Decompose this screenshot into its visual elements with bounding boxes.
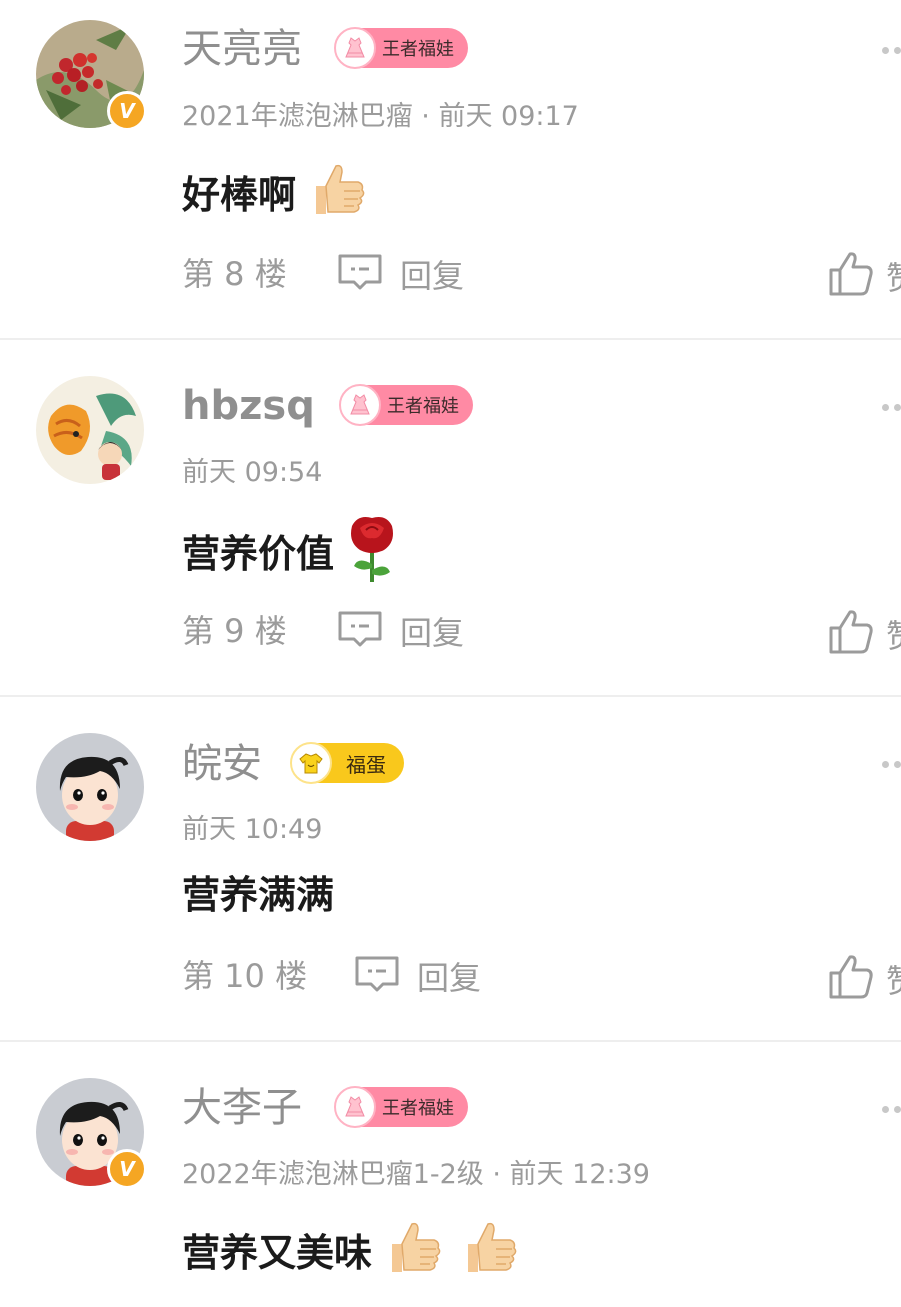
like-button[interactable]: 赞 xyxy=(828,953,901,1005)
thumbs-up-icon xyxy=(458,1216,520,1289)
badge-label: 王者福娃 xyxy=(382,39,454,60)
like-label: 赞 xyxy=(886,253,901,299)
comment-text: 好棒啊 xyxy=(182,158,368,231)
comment-meta: 2021年滤泡淋巴瘤 · 前天 09:17 xyxy=(182,101,579,132)
user-badge: 王者福娃 xyxy=(334,1086,468,1128)
verified-icon: V xyxy=(107,1149,147,1189)
avatar[interactable] xyxy=(36,376,144,484)
comment-item: V 大李子 王者福娃 2022年滤泡淋巴瘤1-2级 · 前天 12:39 营养又… xyxy=(0,1042,901,1307)
more-options-icon[interactable] xyxy=(882,1103,901,1115)
comment-text: 营养又美味 xyxy=(182,1216,520,1289)
username[interactable]: 天亮亮 xyxy=(182,25,302,73)
more-options-icon[interactable] xyxy=(882,758,901,770)
comment-bubble-icon xyxy=(336,609,384,653)
reply-button[interactable]: 回复 xyxy=(336,609,465,653)
comment-text-content: 好棒啊 xyxy=(182,172,297,217)
like-label: 赞 xyxy=(886,611,901,657)
dress-icon xyxy=(339,384,381,426)
like-button[interactable]: 赞 xyxy=(828,608,901,660)
comment-text: 营养价值 xyxy=(182,512,400,595)
username[interactable]: 大李子 xyxy=(182,1084,302,1132)
comment-bubble-icon xyxy=(353,954,401,998)
dress-icon xyxy=(334,1086,376,1128)
comment-text-content: 营养满满 xyxy=(182,873,335,917)
thumbs-up-outline-icon xyxy=(828,953,874,1005)
like-label: 赞 xyxy=(886,956,901,1002)
comment-meta: 前天 10:49 xyxy=(182,814,323,845)
comment-item: 皖安 福蛋 前天 10:49 营养满满 第 10 楼 回复 赞 xyxy=(0,697,901,1040)
more-options-icon[interactable] xyxy=(882,44,901,56)
thumbs-up-outline-icon xyxy=(828,608,874,660)
badge-label: 福蛋 xyxy=(346,752,386,777)
verified-icon: V xyxy=(107,91,147,131)
reply-button[interactable]: 回复 xyxy=(353,954,482,998)
comment-text: 营养满满 xyxy=(182,871,334,919)
reply-label: 回复 xyxy=(400,614,465,652)
comment-item: V 天亮亮 王者福娃 2021年滤泡淋巴瘤 · 前天 09:17 好棒啊 第 8… xyxy=(0,0,901,338)
username[interactable]: 皖安 xyxy=(182,740,262,788)
comment-text-content: 营养价值 xyxy=(182,531,335,576)
like-button[interactable]: 赞 xyxy=(828,250,901,302)
thumbs-up-icon xyxy=(382,1216,444,1289)
user-badge: 王者福娃 xyxy=(334,27,468,69)
avatar[interactable] xyxy=(36,733,144,841)
rose-icon xyxy=(344,512,400,595)
comment-bubble-icon xyxy=(336,252,384,296)
floor-number: 第 9 楼 xyxy=(182,612,287,650)
tshirt-icon xyxy=(290,742,332,784)
comment-meta: 2022年滤泡淋巴瘤1-2级 · 前天 12:39 xyxy=(182,1159,650,1190)
comment-meta: 前天 09:54 xyxy=(182,457,323,488)
badge-label: 王者福娃 xyxy=(382,1098,454,1119)
thumbs-up-icon xyxy=(306,158,368,231)
badge-label: 王者福娃 xyxy=(387,396,459,417)
comment-item: hbzsq 王者福娃 前天 09:54 营养价值 第 9 楼 回复 赞 xyxy=(0,340,901,695)
floor-number: 第 8 楼 xyxy=(182,255,287,293)
username[interactable]: hbzsq xyxy=(182,382,315,430)
reply-button[interactable]: 回复 xyxy=(336,252,465,296)
thumbs-up-outline-icon xyxy=(828,250,874,302)
dress-icon xyxy=(334,27,376,69)
reply-label: 回复 xyxy=(417,959,482,997)
comment-text-content: 营养又美味 xyxy=(182,1230,373,1275)
user-badge: 福蛋 xyxy=(290,742,404,784)
reply-label: 回复 xyxy=(400,257,465,295)
more-options-icon[interactable] xyxy=(882,401,901,413)
floor-number: 第 10 楼 xyxy=(182,957,308,995)
user-badge: 王者福娃 xyxy=(339,384,473,426)
